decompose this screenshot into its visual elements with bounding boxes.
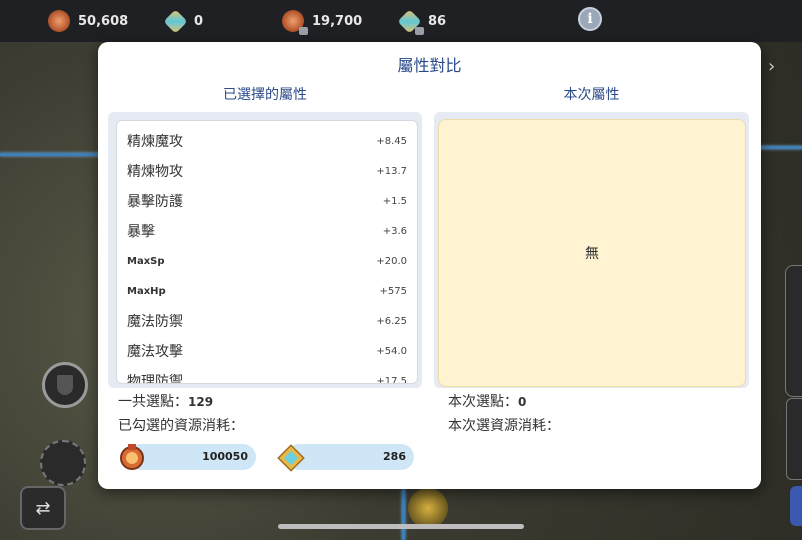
selected-cost-label: 已勾選的資源消耗： bbox=[118, 418, 244, 434]
attribute-value: +575 bbox=[379, 285, 407, 297]
attribute-name: 精煉物攻 bbox=[127, 164, 183, 180]
resource-top-bar: 50,608 0 19,700 86 i bbox=[0, 0, 802, 42]
crystal-icon bbox=[276, 443, 305, 472]
locked-medal-icon bbox=[282, 10, 308, 35]
locked-crystal-icon bbox=[396, 8, 424, 35]
attribute-name: 精煉魔攻 bbox=[127, 134, 183, 150]
attribute-value: +6.25 bbox=[376, 315, 407, 327]
side-panel-widget[interactable] bbox=[785, 265, 802, 397]
attribute-name: MaxHp bbox=[127, 285, 166, 297]
total-points: 一共選點：129 bbox=[118, 391, 213, 411]
list-item: 魔法攻擊 +54.0 bbox=[117, 336, 417, 366]
side-panel-widget[interactable] bbox=[786, 398, 802, 480]
selected-attributes-header: 已選擇的屬性 bbox=[223, 87, 307, 103]
list-item: 物理防禦 +17.5 bbox=[117, 366, 417, 384]
resource-crystal: 0 bbox=[162, 8, 204, 34]
total-points-value: 129 bbox=[188, 395, 214, 409]
swap-button[interactable]: ⇄ bbox=[20, 486, 66, 530]
attribute-name: 魔法攻擊 bbox=[127, 344, 183, 360]
list-item: 暴擊 +3.6 bbox=[117, 216, 417, 246]
list-item: 精煉物攻 +13.7 bbox=[117, 156, 417, 186]
list-item: 魔法防禦 +6.25 bbox=[117, 306, 417, 336]
map-path-line bbox=[0, 153, 100, 156]
attribute-value: +1.5 bbox=[382, 195, 407, 207]
resource-locked-crystal: 86 bbox=[396, 8, 447, 35]
resource-value: 86 bbox=[428, 13, 447, 29]
attribute-name: 物理防禦 bbox=[127, 374, 183, 384]
attribute-value: +13.7 bbox=[376, 165, 407, 177]
empty-text: 無 bbox=[585, 246, 599, 262]
gear-node-icon[interactable] bbox=[40, 440, 86, 486]
attribute-name: 暴擊 bbox=[127, 224, 155, 240]
medal-icon bbox=[48, 10, 70, 32]
resource-medal: 50,608 bbox=[48, 9, 128, 33]
attribute-value: +54.0 bbox=[376, 345, 407, 357]
attribute-value: +20.0 bbox=[376, 255, 407, 267]
total-points-label: 一共選點： bbox=[118, 394, 188, 410]
list-item: MaxSp +20.0 bbox=[117, 246, 417, 276]
resource-value: 0 bbox=[194, 13, 204, 29]
crystal-icon bbox=[162, 8, 188, 34]
attribute-value: +17.5 bbox=[376, 375, 407, 384]
attribute-name: 暴擊防護 bbox=[127, 194, 183, 210]
cost-value: 286 bbox=[383, 450, 406, 463]
current-points-value: 0 bbox=[518, 395, 527, 409]
current-attributes-empty: 無 bbox=[438, 119, 746, 387]
attribute-name: MaxSp bbox=[127, 255, 165, 267]
attribute-value: +3.6 bbox=[382, 225, 407, 237]
coin-node-icon[interactable] bbox=[408, 488, 448, 528]
map-path-line bbox=[760, 146, 802, 149]
current-points-label: 本次選點： bbox=[448, 394, 518, 410]
side-blue-tab[interactable] bbox=[790, 486, 802, 526]
current-cost-label: 本次選資源消耗： bbox=[448, 418, 560, 434]
map-path-line bbox=[402, 489, 405, 540]
current-points: 本次選點：0 bbox=[448, 391, 526, 411]
cost-value: 100050 bbox=[202, 450, 248, 463]
home-indicator[interactable] bbox=[278, 524, 524, 529]
resource-locked-medal: 19,700 bbox=[282, 9, 363, 35]
attribute-value: +8.45 bbox=[376, 135, 407, 147]
medal-icon bbox=[118, 443, 146, 471]
list-item: 暴擊防護 +1.5 bbox=[117, 186, 417, 216]
chevron-right-icon[interactable]: › bbox=[768, 56, 775, 77]
attribute-compare-dialog: 屬性對比 已選擇的屬性 本次屬性 精煉魔攻 +8.45 精煉物攻 +13.7 暴擊防護 +… bbox=[98, 42, 761, 489]
dialog-title: 屬性對比 bbox=[397, 56, 462, 75]
list-item: MaxHp +575 bbox=[117, 276, 417, 306]
list-item: 精煉魔攻 +8.45 bbox=[117, 126, 417, 156]
attribute-list[interactable]: 精煉魔攻 +8.45 精煉物攻 +13.7 暴擊防護 +1.5 暴擊 +3.6 MaxSp +20… bbox=[116, 120, 418, 384]
attribute-name: 魔法防禦 bbox=[127, 314, 183, 330]
resource-value: 19,700 bbox=[312, 13, 363, 29]
current-attributes-header: 本次屬性 bbox=[563, 87, 620, 103]
resource-value: 50,608 bbox=[78, 13, 129, 29]
shield-node-icon[interactable] bbox=[42, 362, 88, 408]
info-button[interactable]: i bbox=[578, 7, 602, 31]
